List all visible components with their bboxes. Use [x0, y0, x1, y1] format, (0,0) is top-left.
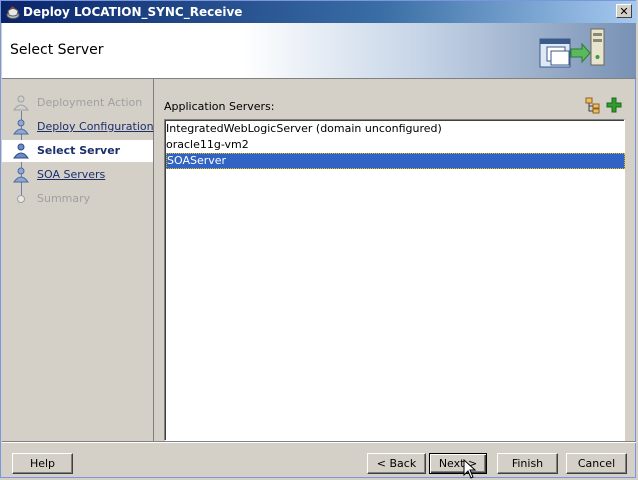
step-person-icon	[13, 95, 29, 111]
close-button[interactable]: ✕	[616, 4, 632, 18]
step-circle-icon	[17, 195, 25, 203]
title-bar[interactable]: Deploy LOCATION_SYNC_Receive ✕	[1, 1, 637, 23]
wizard-steps-nav: Deployment Action Deploy Configuration S…	[2, 79, 154, 441]
cancel-button[interactable]: Cancel	[566, 453, 627, 474]
step-person-icon	[13, 167, 29, 183]
jdeveloper-cup-icon	[6, 6, 20, 19]
nav-step-soa-servers[interactable]: SOA Servers	[2, 164, 153, 186]
next-button[interactable]: Next >	[429, 453, 487, 474]
application-servers-list[interactable]: IntegratedWebLogicServer (domain unconfi…	[164, 119, 625, 441]
deploy-graphic-icon	[539, 28, 605, 68]
list-item-oracle11g-vm2[interactable]: oracle11g-vm2	[166, 137, 625, 153]
deploy-dialog: Deploy LOCATION_SYNC_Receive ✕ Select Se…	[0, 0, 637, 479]
add-icon[interactable]	[605, 96, 623, 114]
button-bar: Help < Back Next > Finish Cancel	[2, 442, 636, 479]
server-tree-icon[interactable]	[584, 96, 602, 114]
nav-step-label: Deployment Action	[37, 96, 143, 109]
nav-step-label: Deploy Configuration	[37, 120, 154, 133]
nav-step-deployment-action[interactable]: Deployment Action	[2, 92, 153, 114]
window-title: Deploy LOCATION_SYNC_Receive	[23, 5, 243, 19]
page-title: Select Server	[10, 42, 104, 58]
list-item-integrated-weblogic-server[interactable]: IntegratedWebLogicServer (domain unconfi…	[166, 121, 625, 137]
nav-step-label: Summary	[37, 192, 91, 205]
nav-step-select-server[interactable]: Select Server	[2, 140, 153, 162]
nav-step-label: SOA Servers	[37, 168, 106, 181]
wizard-header: Select Server	[2, 23, 636, 79]
mouse-pointer-icon	[463, 459, 477, 479]
step-person-icon	[13, 143, 29, 159]
nav-step-summary[interactable]: Summary	[2, 188, 153, 210]
help-button[interactable]: Help	[12, 453, 73, 474]
close-icon: ✕	[619, 5, 629, 18]
application-servers-label: Application Servers:	[164, 100, 275, 113]
step-person-icon	[13, 119, 29, 135]
nav-step-deploy-configuration[interactable]: Deploy Configuration	[2, 116, 154, 138]
nav-step-label: Select Server	[37, 144, 121, 157]
main-panel: Application Servers: IntegratedWebLogicS…	[154, 79, 636, 441]
finish-button[interactable]: Finish	[497, 453, 558, 474]
list-item-soa-server[interactable]: SOAServer	[166, 153, 625, 169]
back-button[interactable]: < Back	[367, 453, 426, 474]
